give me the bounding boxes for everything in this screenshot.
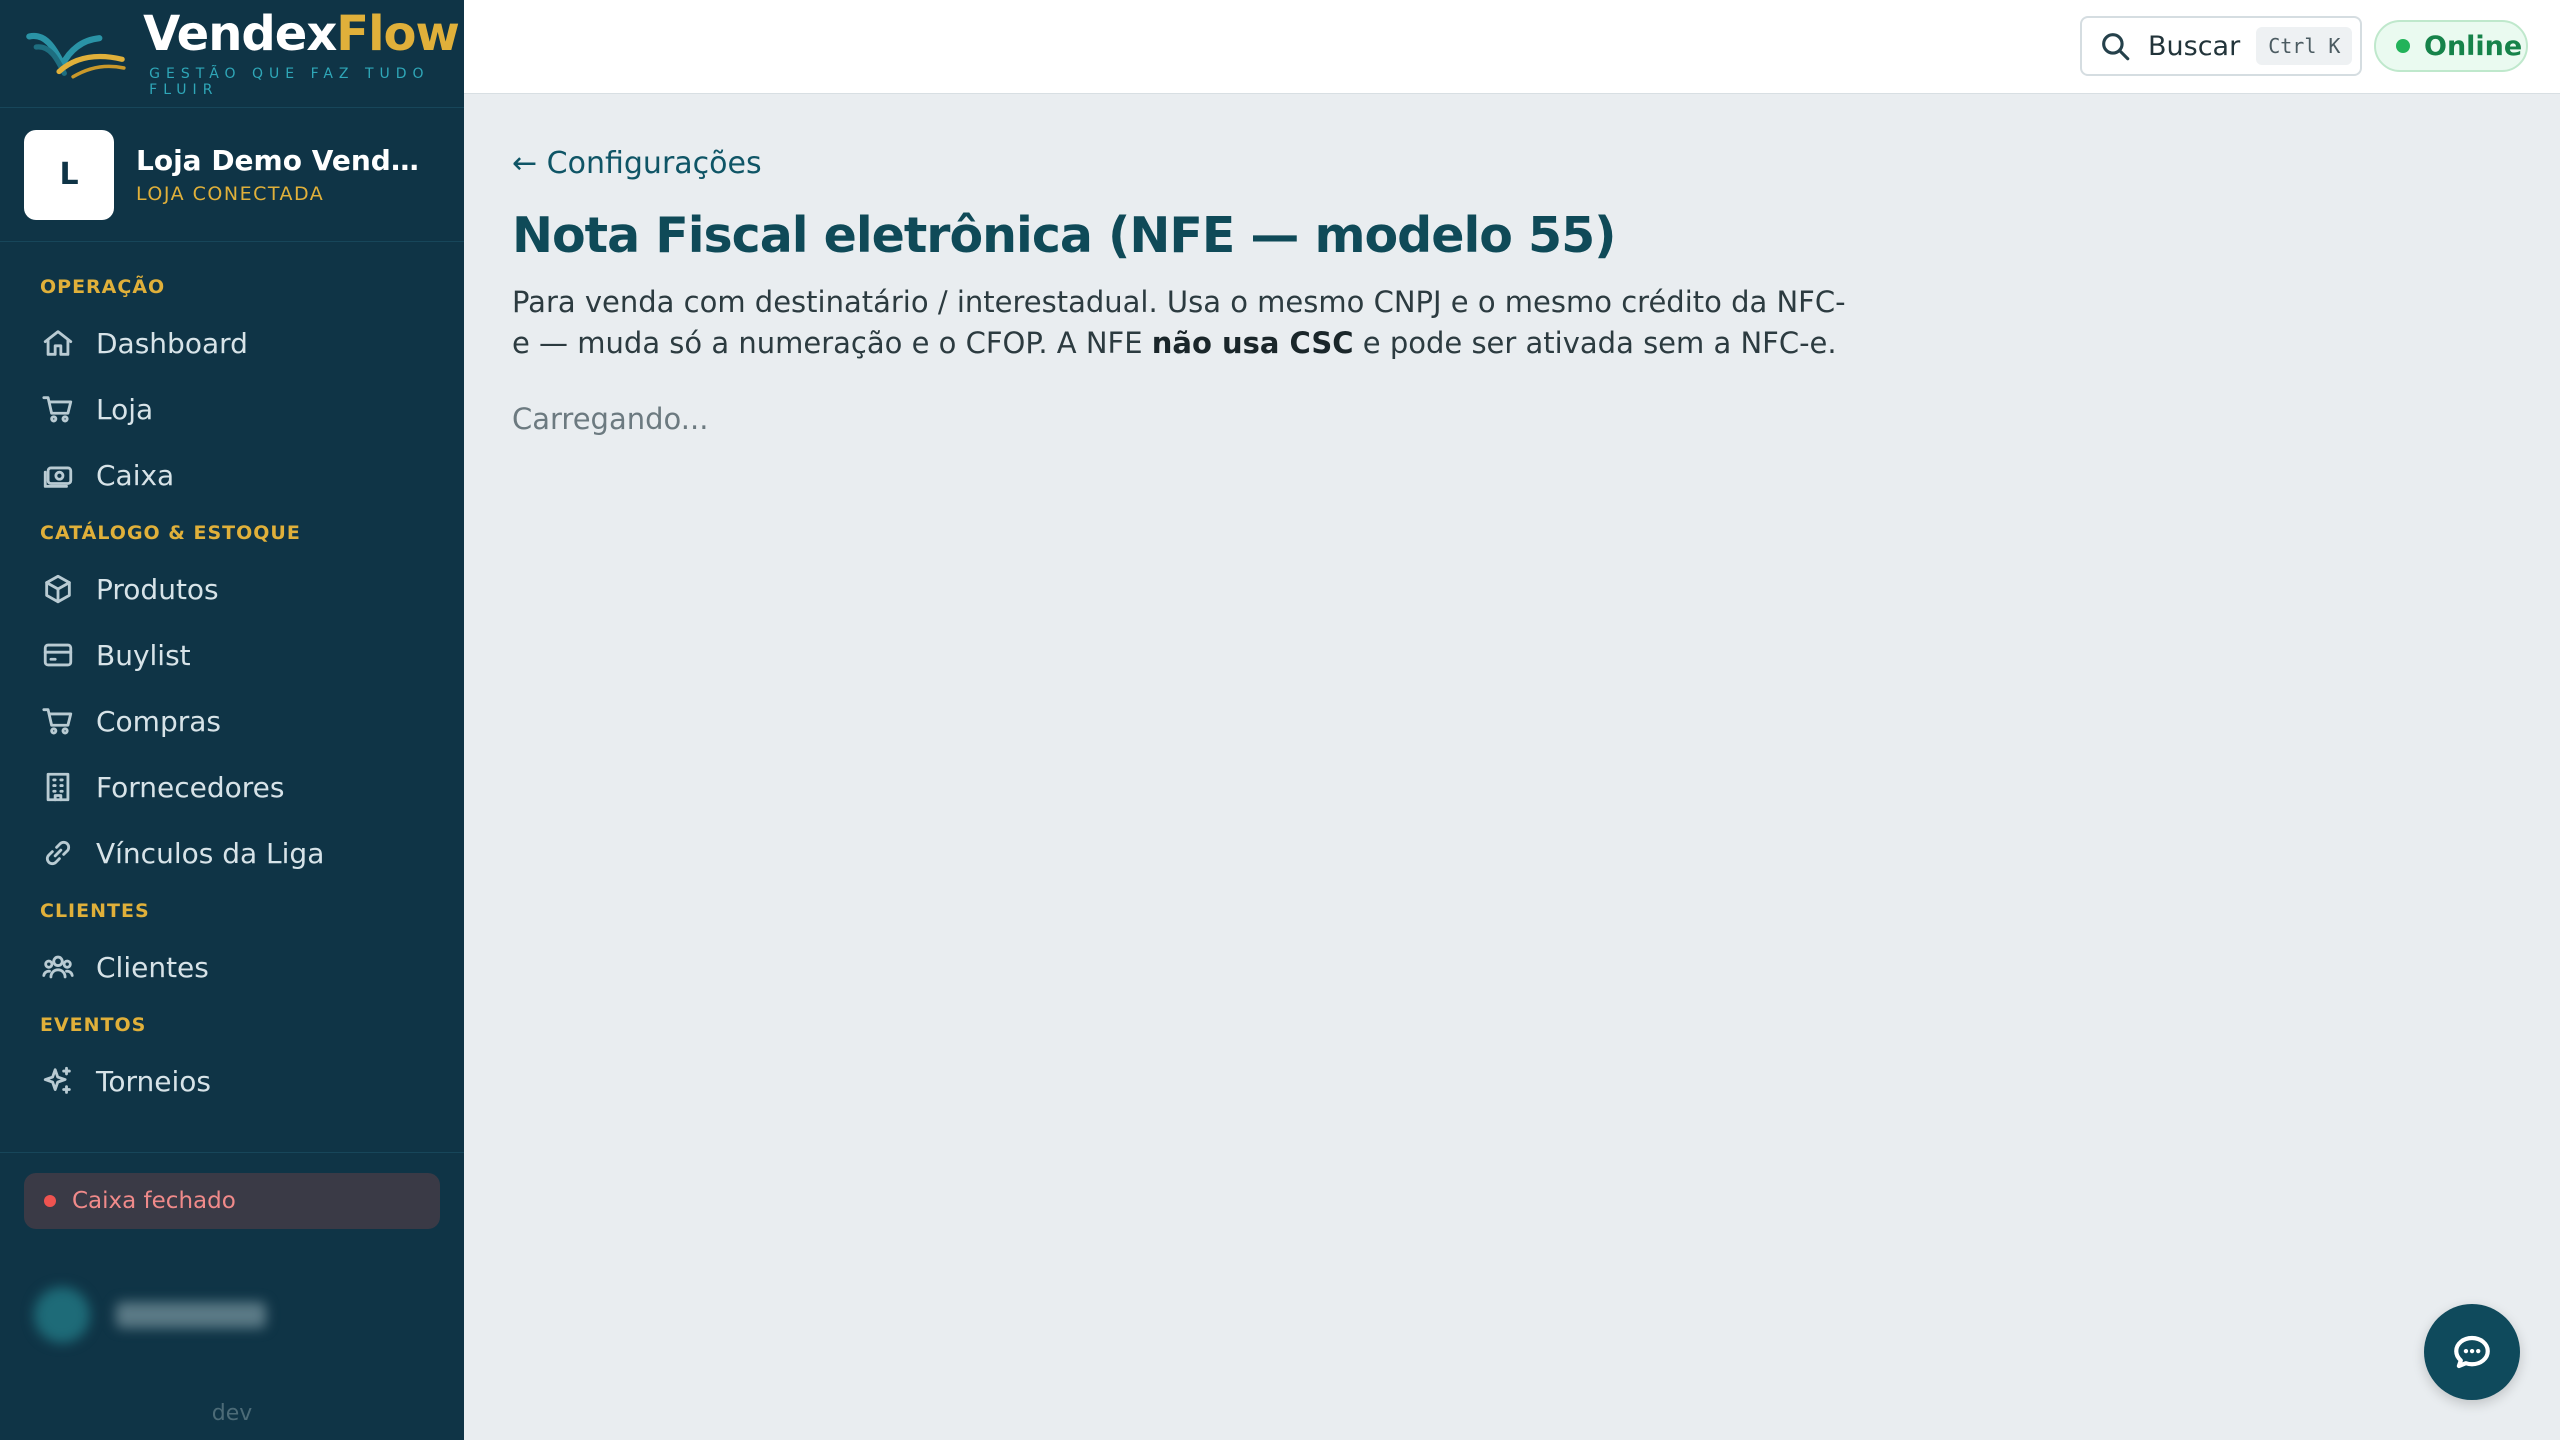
chat-bubble-icon <box>2454 1335 2490 1369</box>
sidebar-item-label: Produtos <box>96 572 219 606</box>
sidebar-item-label: Torneios <box>96 1064 211 1098</box>
sidebar-item-label: Clientes <box>96 950 209 984</box>
status-label: Online <box>2424 30 2523 62</box>
sidebar-item-caixa[interactable]: Caixa <box>0 442 464 508</box>
page-title: Nota Fiscal eletrônica (NFE — modelo 55) <box>512 207 1617 264</box>
sidebar-item-label: Fornecedores <box>96 770 285 804</box>
cash-register-icon <box>40 457 76 493</box>
sidebar-footer: Caixa fechado dev <box>0 1152 464 1426</box>
search-icon <box>2102 33 2130 61</box>
sparkle-icon <box>40 1063 76 1099</box>
loading-indicator: Carregando... <box>512 402 709 436</box>
topbar: Buscar Ctrl K Online <box>464 0 2560 94</box>
main-content: ← Configurações Nota Fiscal eletrônica (… <box>512 146 2412 436</box>
building-icon <box>40 769 76 805</box>
caixa-status-label: Caixa fechado <box>72 1188 236 1214</box>
sidebar-item-label: Dashboard <box>96 326 248 360</box>
nav-section-operacao: OPERAÇÃO <box>40 276 166 298</box>
user-profile[interactable] <box>0 1273 464 1357</box>
sidebar-item-label: Loja <box>96 392 154 426</box>
sidebar: VendexFlow GESTÃO QUE FAZ TUDO FLUIR L L… <box>0 0 464 1440</box>
search-shortcut: Ctrl K <box>2256 27 2353 65</box>
sidebar-item-fornecedores[interactable]: Fornecedores <box>0 754 464 820</box>
chat-button[interactable] <box>2424 1304 2520 1400</box>
sidebar-item-dashboard[interactable]: Dashboard <box>0 310 464 376</box>
nav-section-clientes: CLIENTES <box>40 900 150 922</box>
avatar <box>34 1287 90 1343</box>
cart-icon <box>40 703 76 739</box>
cart-icon <box>40 391 76 427</box>
sidebar-item-label: Buylist <box>96 638 191 672</box>
search-label: Buscar <box>2148 30 2241 62</box>
store-status: LOJA CONECTADA <box>136 183 325 205</box>
sidebar-nav: OPERAÇÃO Dashboard Loja Caixa CATÁLOGO &… <box>0 242 464 1114</box>
status-dot-icon <box>44 1195 56 1207</box>
card-icon <box>40 637 76 673</box>
home-icon <box>40 325 76 361</box>
page-description: Para venda com destinatário / interestad… <box>512 285 1846 360</box>
caixa-status-badge[interactable]: Caixa fechado <box>24 1173 440 1229</box>
nav-section-eventos: EVENTOS <box>40 1014 147 1036</box>
status-badge: Online <box>2374 20 2528 72</box>
sidebar-item-clientes[interactable]: Clientes <box>0 934 464 1000</box>
user-name-blurred <box>116 1302 266 1328</box>
online-dot-icon <box>2396 39 2410 53</box>
brand-name: VendexFlow <box>143 5 460 62</box>
link-icon <box>40 835 76 871</box>
search-button[interactable]: Buscar Ctrl K <box>2080 16 2362 76</box>
sidebar-item-produtos[interactable]: Produtos <box>0 556 464 622</box>
brand-tagline: GESTÃO QUE FAZ TUDO FLUIR <box>149 65 430 98</box>
sidebar-item-buylist[interactable]: Buylist <box>0 622 464 688</box>
sidebar-item-vinculos-liga[interactable]: Vínculos da Liga <box>0 820 464 886</box>
sidebar-item-label: Vínculos da Liga <box>96 836 325 870</box>
back-to-settings-link[interactable]: ← Configurações <box>512 146 762 181</box>
environment-label: dev <box>211 1401 253 1426</box>
sidebar-item-torneios[interactable]: Torneios <box>0 1048 464 1114</box>
sidebar-item-label: Caixa <box>96 458 175 492</box>
sidebar-item-loja[interactable]: Loja <box>0 376 464 442</box>
box-icon <box>40 571 76 607</box>
store-avatar: L <box>24 129 114 220</box>
users-icon <box>40 949 76 985</box>
vendexflow-logo-icon <box>26 32 126 79</box>
sidebar-item-label: Compras <box>96 704 221 738</box>
sidebar-item-compras[interactable]: Compras <box>0 688 464 754</box>
store-name: Loja Demo VendexFlow <box>136 144 436 177</box>
brand[interactable]: VendexFlow GESTÃO QUE FAZ TUDO FLUIR <box>0 0 464 108</box>
nav-section-catalogo: CATÁLOGO & ESTOQUE <box>40 522 301 544</box>
store-switcher[interactable]: L Loja Demo VendexFlow LOJA CONECTADA <box>0 108 464 242</box>
